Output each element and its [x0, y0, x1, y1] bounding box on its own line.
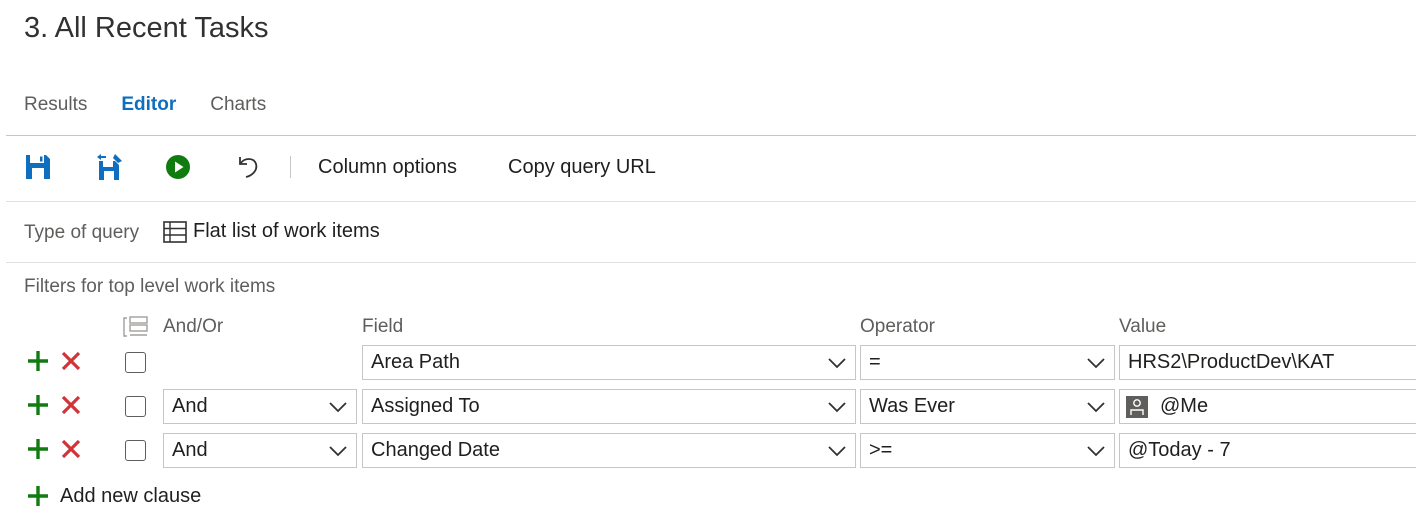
chevron-down-icon [828, 358, 846, 369]
value-text: HRS2\ProductDev\KAT [1128, 351, 1335, 373]
save-as-icon [97, 154, 122, 180]
undo-icon [239, 157, 258, 178]
chevron-down-icon [1087, 358, 1105, 369]
and-or-value: And [172, 439, 208, 461]
query-type-dropdown[interactable]: Flat list of work items [163, 220, 380, 243]
field-value: Changed Date [371, 439, 500, 461]
query-type-label: Type of query [24, 222, 140, 243]
field-dropdown[interactable]: Changed Date [362, 433, 856, 468]
chevron-down-icon [329, 402, 347, 413]
close-icon [61, 439, 81, 459]
undo-button[interactable] [233, 152, 263, 182]
save-as-button[interactable] [94, 152, 124, 182]
and-or-dropdown[interactable]: And [163, 389, 357, 424]
and-or-dropdown[interactable]: And [163, 433, 357, 468]
tab-charts[interactable]: Charts [210, 94, 266, 120]
value-text: @Today - 7 [1128, 439, 1231, 461]
value-input[interactable]: @Today - 7 [1119, 433, 1416, 468]
tab-bar: Results Editor Charts [24, 94, 300, 120]
query-type-divider [6, 262, 1416, 263]
clause-row: And Assigned To Was Ever @Me [0, 389, 1416, 425]
chevron-down-icon [1087, 402, 1105, 413]
value-input[interactable]: @Me [1119, 389, 1416, 424]
and-or-value: And [172, 395, 208, 417]
add-new-clause-label: Add new clause [60, 484, 202, 507]
save-icon [26, 155, 50, 179]
value-input[interactable]: HRS2\ProductDev\KAT [1119, 345, 1416, 380]
operator-dropdown[interactable]: >= [860, 433, 1115, 468]
field-value: Area Path [371, 351, 460, 373]
add-new-clause-button[interactable]: Add new clause [26, 484, 201, 508]
remove-clause-button[interactable] [58, 348, 84, 374]
header-field: Field [362, 316, 404, 337]
clause-checkbox[interactable] [125, 440, 146, 461]
operator-dropdown[interactable]: = [860, 345, 1115, 380]
plus-icon [28, 439, 48, 459]
operator-value: >= [869, 439, 893, 461]
field-dropdown[interactable]: Assigned To [362, 389, 856, 424]
run-query-icon [166, 155, 190, 179]
field-dropdown[interactable]: Area Path [362, 345, 856, 380]
operator-value: Was Ever [869, 395, 955, 417]
column-options-button[interactable]: Column options [318, 156, 457, 179]
operator-dropdown[interactable]: Was Ever [860, 389, 1115, 424]
close-icon [61, 395, 81, 415]
clause-row: And Changed Date >= @Today - 7 [0, 433, 1416, 469]
insert-clause-button[interactable] [25, 436, 51, 462]
chevron-down-icon [1087, 446, 1105, 457]
chevron-down-icon [828, 402, 846, 413]
header-and-or: And/Or [163, 316, 224, 337]
flat-list-icon [163, 220, 187, 243]
chevron-down-icon [828, 446, 846, 457]
run-query-button[interactable] [163, 152, 193, 182]
tab-results[interactable]: Results [24, 94, 87, 120]
plus-icon [28, 486, 48, 506]
insert-clause-button[interactable] [25, 348, 51, 374]
tab-editor[interactable]: Editor [121, 94, 176, 120]
filters-label: Filters for top level work items [24, 276, 276, 297]
close-icon [61, 351, 81, 371]
clause-checkbox[interactable] [125, 396, 146, 417]
toolbar-divider [6, 201, 1416, 202]
insert-clause-button[interactable] [25, 392, 51, 418]
tabs-divider [6, 135, 1416, 136]
query-type-value: Flat list of work items [193, 220, 380, 242]
header-operator: Operator [860, 316, 935, 337]
plus-icon [28, 395, 48, 415]
clause-checkbox[interactable] [125, 352, 146, 373]
toolbar-separator [290, 156, 291, 178]
user-avatar-icon [1126, 395, 1148, 418]
header-value: Value [1119, 316, 1167, 337]
value-text: @Me [1160, 395, 1209, 417]
operator-value: = [869, 351, 881, 373]
remove-clause-button[interactable] [58, 392, 84, 418]
field-value: Assigned To [371, 395, 480, 417]
group-clauses-icon [123, 316, 148, 337]
remove-clause-button[interactable] [58, 436, 84, 462]
chevron-down-icon [329, 446, 347, 457]
toolbar: Column options Copy query URL [0, 148, 1416, 188]
plus-icon [28, 351, 48, 371]
page-title: 3. All Recent Tasks [24, 12, 269, 44]
clause-row: Area Path = HRS2\ProductDev\KAT [0, 345, 1416, 381]
save-button[interactable] [23, 152, 53, 182]
copy-query-url-button[interactable]: Copy query URL [508, 156, 656, 179]
